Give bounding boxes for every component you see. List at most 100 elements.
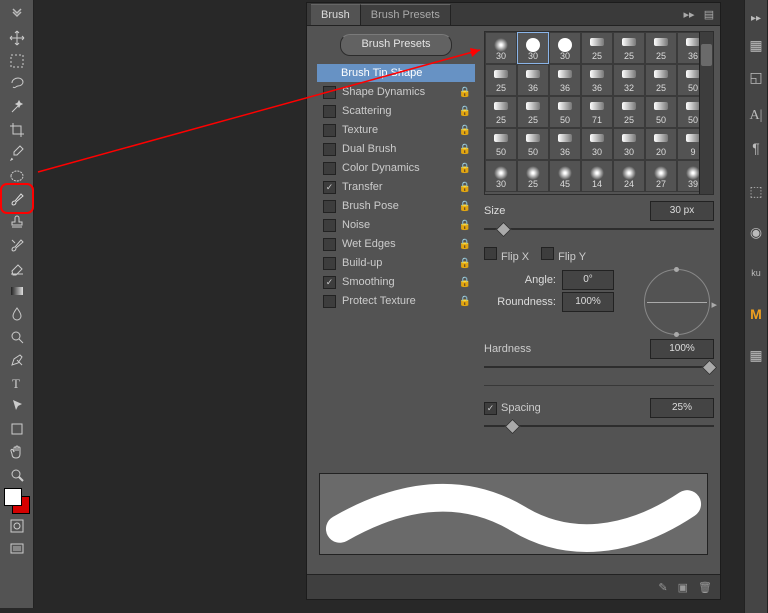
panel-collapse-icon[interactable]: ▸▸ (680, 5, 698, 23)
gradient-tool[interactable] (5, 280, 29, 301)
shape-tool[interactable] (5, 418, 29, 439)
dock-navigator-icon[interactable]: ◱ (745, 62, 767, 92)
brush-option-brush-pose[interactable]: Brush Pose🔒 (317, 197, 475, 215)
brush-thumbnail[interactable]: 25 (517, 96, 549, 128)
brush-option-noise[interactable]: Noise🔒 (317, 216, 475, 234)
brush-thumbnail[interactable]: 50 (645, 96, 677, 128)
spacing-checkbox[interactable]: ✓Spacing (484, 402, 541, 415)
lock-icon[interactable]: 🔒 (459, 163, 471, 174)
brush-thumbnail[interactable]: 36 (517, 64, 549, 96)
brush-thumbnail[interactable]: 36 (581, 64, 613, 96)
lock-icon[interactable]: 🔒 (459, 220, 471, 231)
dodge-tool[interactable] (5, 326, 29, 347)
brush-option-texture[interactable]: Texture🔒 (317, 121, 475, 139)
brush-thumbnail[interactable]: 30 (517, 32, 549, 64)
brush-thumbnail[interactable]: 27 (645, 160, 677, 192)
dock-character-icon[interactable]: A| (745, 101, 767, 131)
marquee-tool[interactable] (5, 50, 29, 71)
brush-thumbnail[interactable]: 24 (613, 160, 645, 192)
brush-thumbnail[interactable]: 25 (485, 96, 517, 128)
brush-option-build-up[interactable]: Build-up🔒 (317, 254, 475, 272)
dock-histogram-icon[interactable]: ▦ (745, 30, 767, 60)
toggle-preview-icon[interactable]: ✎ (658, 581, 667, 594)
eraser-tool[interactable] (5, 257, 29, 278)
lock-icon[interactable]: 🔒 (459, 239, 471, 250)
zoom-tool[interactable] (5, 464, 29, 485)
brush-thumbnail[interactable]: 25 (485, 64, 517, 96)
brush-thumbnail[interactable]: 30 (485, 32, 517, 64)
panel-menu-icon[interactable]: ▤ (700, 5, 718, 23)
blur-tool[interactable] (5, 303, 29, 324)
brush-thumbnail[interactable]: 30 (581, 128, 613, 160)
brush-option-color-dynamics[interactable]: Color Dynamics🔒 (317, 159, 475, 177)
option-checkbox[interactable] (323, 219, 336, 232)
brush-option-dual-brush[interactable]: Dual Brush🔒 (317, 140, 475, 158)
brush-thumbnail[interactable]: 25 (581, 32, 613, 64)
dock-layers-icon[interactable]: ▦ (745, 340, 767, 370)
brush-thumbnail[interactable]: 45 (549, 160, 581, 192)
flip-x-checkbox[interactable]: Flip X (484, 247, 529, 263)
lock-icon[interactable]: 🔒 (459, 201, 471, 212)
type-tool[interactable]: T (5, 372, 29, 393)
spacing-slider[interactable] (484, 420, 714, 432)
brush-thumbnail[interactable]: 25 (645, 32, 677, 64)
delete-brush-icon[interactable]: 🗑 (698, 581, 712, 594)
lock-icon[interactable]: 🔒 (459, 87, 471, 98)
lock-icon[interactable]: 🔒 (459, 296, 471, 307)
brush-thumbnail[interactable]: 36 (549, 128, 581, 160)
dock-paragraph-icon[interactable]: ¶ (745, 133, 767, 163)
dock-kuler-icon[interactable]: ku (745, 258, 767, 288)
eyedropper-tool[interactable] (5, 142, 29, 163)
brush-thumbnail[interactable]: 30 (549, 32, 581, 64)
option-checkbox[interactable] (323, 200, 336, 213)
screen-mode-toggle[interactable] (5, 538, 29, 559)
hardness-input[interactable]: 100% (650, 339, 714, 359)
angle-input[interactable]: 0° (562, 270, 614, 290)
dock-3d-icon[interactable]: ⬚ (745, 176, 767, 206)
brush-presets-button[interactable]: Brush Presets (340, 34, 452, 56)
brush-option-scattering[interactable]: Scattering🔒 (317, 102, 475, 120)
lasso-tool[interactable] (5, 73, 29, 94)
brush-option-wet-edges[interactable]: Wet Edges🔒 (317, 235, 475, 253)
lock-icon[interactable]: 🔒 (459, 258, 471, 269)
angle-dial[interactable]: ▸ (644, 269, 710, 335)
stamp-tool[interactable] (5, 211, 29, 232)
history-brush-tool[interactable] (5, 234, 29, 255)
brush-thumbnail[interactable]: 25 (645, 64, 677, 96)
option-checkbox[interactable] (323, 295, 336, 308)
option-checkbox[interactable] (323, 238, 336, 251)
brush-thumbnail[interactable]: 50 (485, 128, 517, 160)
quick-mask-toggle[interactable] (5, 515, 29, 536)
flip-y-checkbox[interactable]: Flip Y (541, 247, 586, 263)
hand-tool[interactable] (5, 441, 29, 462)
lock-icon[interactable]: 🔒 (459, 144, 471, 155)
brush-thumbnail[interactable]: 25 (517, 160, 549, 192)
brush-thumbnail[interactable]: 14 (581, 160, 613, 192)
brush-thumbnail[interactable]: 50 (549, 96, 581, 128)
brush-option-shape-dynamics[interactable]: Shape Dynamics🔒 (317, 83, 475, 101)
option-checkbox[interactable]: ✓ (323, 276, 336, 289)
size-slider[interactable] (484, 223, 714, 235)
expand-toolbar-icon[interactable] (5, 4, 29, 25)
option-checkbox[interactable] (323, 257, 336, 270)
brush-thumbnail[interactable]: 36 (549, 64, 581, 96)
tab-brush[interactable]: Brush (311, 4, 361, 25)
roundness-input[interactable]: 100% (562, 292, 614, 312)
dock-material-icon[interactable]: ◉ (745, 217, 767, 247)
option-checkbox[interactable]: ✓ (323, 181, 336, 194)
dock-m-icon[interactable]: M (745, 299, 767, 329)
brush-thumbnail[interactable]: 25 (613, 96, 645, 128)
dock-expand-icon[interactable]: ▸▸ (745, 8, 767, 28)
foreground-color-swatch[interactable] (4, 488, 22, 506)
color-swatches[interactable] (4, 488, 30, 514)
tab-brush-presets[interactable]: Brush Presets (361, 4, 451, 25)
move-tool[interactable] (5, 27, 29, 48)
brush-thumbnail[interactable]: 32 (613, 64, 645, 96)
crop-tool[interactable] (5, 119, 29, 140)
brush-option-protect-texture[interactable]: Protect Texture🔒 (317, 292, 475, 310)
patch-tool[interactable] (5, 165, 29, 186)
magic-wand-tool[interactable] (5, 96, 29, 117)
brush-thumbnail[interactable]: 50 (517, 128, 549, 160)
brush-thumbnail[interactable]: 30 (613, 128, 645, 160)
size-input[interactable]: 30 px (650, 201, 714, 221)
